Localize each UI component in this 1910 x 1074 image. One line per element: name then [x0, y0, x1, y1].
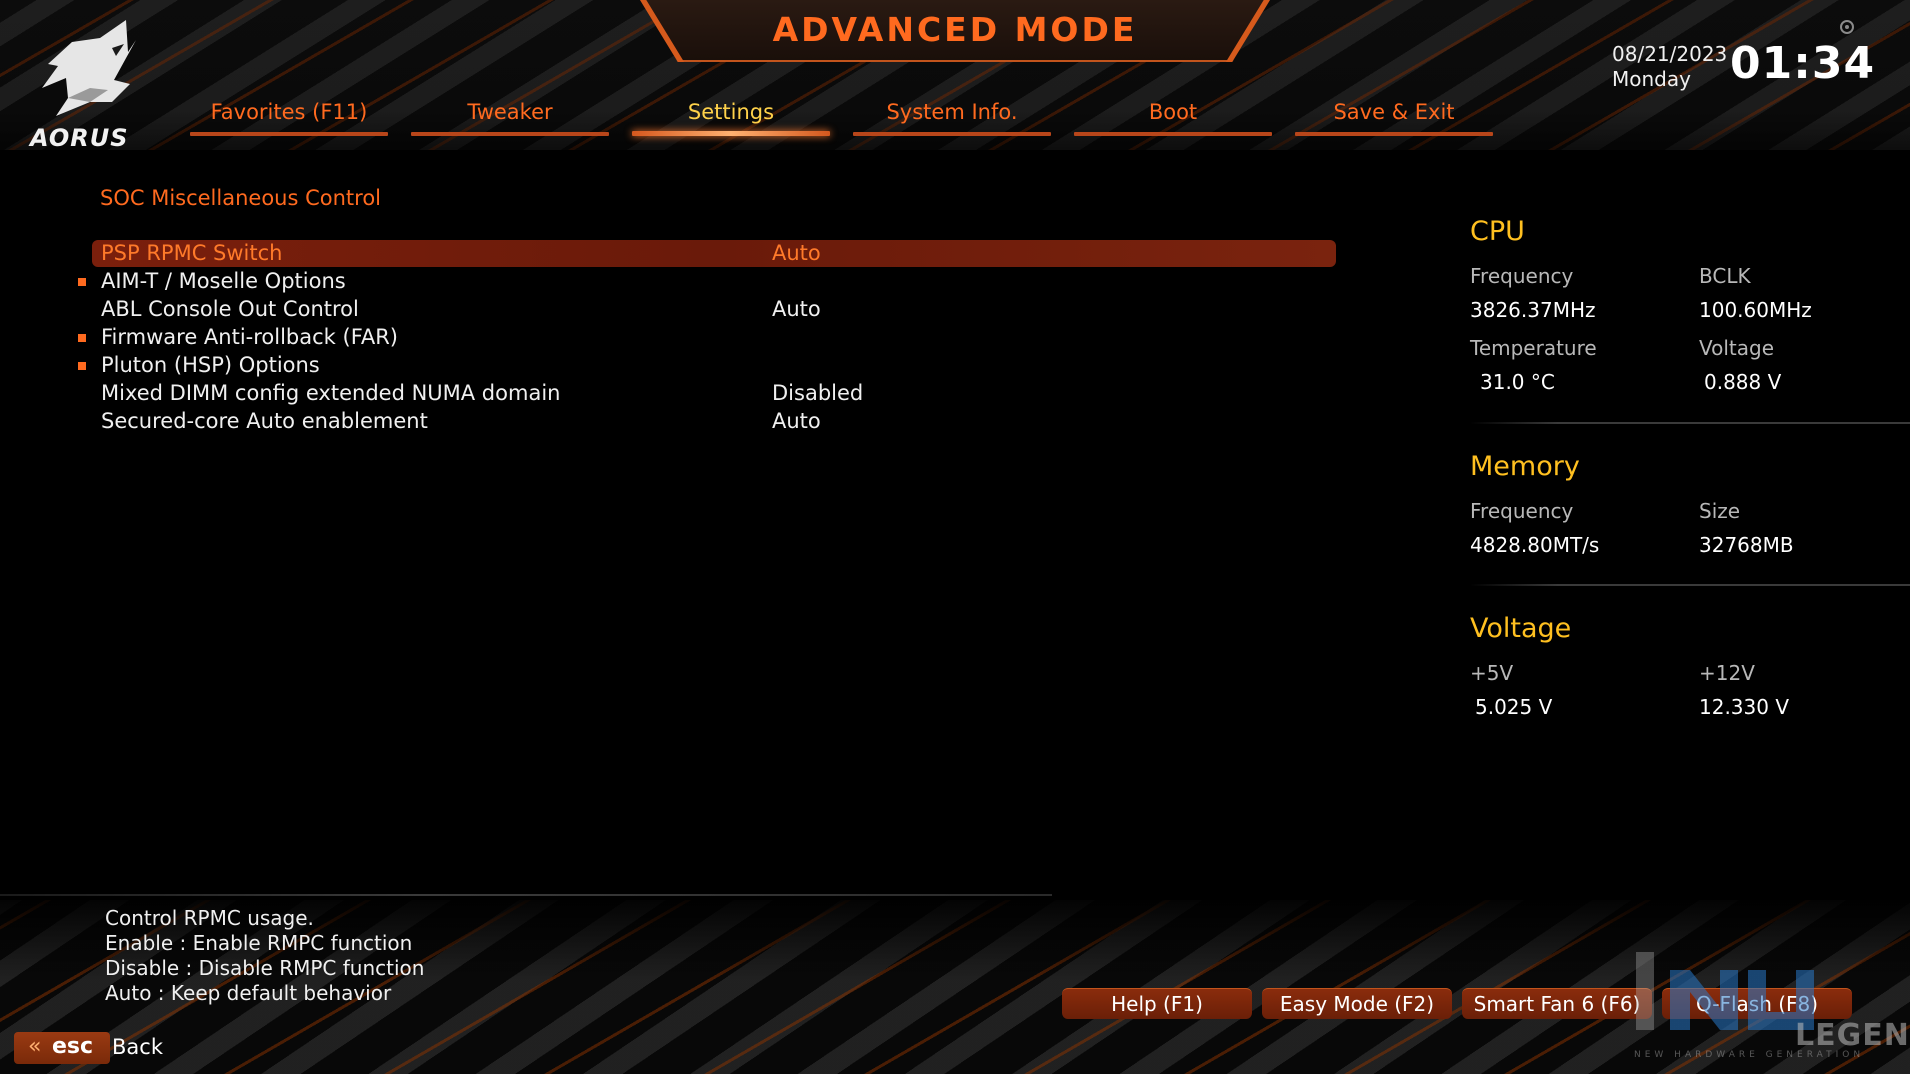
- tab-boot[interactable]: Boot: [1074, 96, 1272, 136]
- section-title: SOC Miscellaneous Control: [100, 186, 382, 210]
- cpu-heading: CPU: [1470, 216, 1525, 247]
- v12-label: +12V: [1699, 661, 1755, 685]
- double-chevron-left-icon: «: [28, 1034, 42, 1059]
- setting-aim-t-moselle-options[interactable]: AIM-T / Moselle Options: [78, 268, 1336, 295]
- tab-underline: [1074, 132, 1272, 136]
- description-line: Disable : Disable RMPC function: [105, 956, 425, 980]
- setting-mixed-dimm-numa[interactable]: Mixed DIMM config extended NUMA domain D…: [92, 380, 1336, 407]
- description-line: Auto : Keep default behavior: [105, 981, 392, 1005]
- setting-value[interactable]: Auto: [772, 297, 821, 321]
- logo-text: AORUS: [30, 124, 129, 152]
- tab-underline: [632, 131, 830, 136]
- gear-icon[interactable]: [1838, 18, 1856, 36]
- help-button[interactable]: Help (F1): [1062, 988, 1252, 1019]
- tab-label: Save & Exit: [1333, 100, 1455, 124]
- back-label[interactable]: Back: [112, 1035, 163, 1059]
- memory-frequency-label: Frequency: [1470, 499, 1574, 523]
- setting-name: Mixed DIMM config extended NUMA domain: [101, 381, 561, 405]
- tab-label: Boot: [1148, 100, 1198, 124]
- help-description: Control RPMC usage. Enable : Enable RMPC…: [105, 906, 424, 1006]
- tab-underline: [190, 132, 388, 136]
- day-display: Monday: [1612, 67, 1691, 91]
- memory-size-value: 32768MB: [1699, 533, 1794, 557]
- easy-mode-button[interactable]: Easy Mode (F2): [1262, 988, 1452, 1019]
- tab-underline: [1295, 132, 1493, 136]
- setting-name: AIM-T / Moselle Options: [101, 269, 346, 293]
- cpu-voltage-label: Voltage: [1699, 336, 1775, 360]
- description-line: Enable : Enable RMPC function: [105, 931, 413, 955]
- tab-underline: [853, 132, 1051, 136]
- tab-tweaker[interactable]: Tweaker: [411, 96, 609, 136]
- setting-firmware-anti-rollback[interactable]: Firmware Anti-rollback (FAR): [78, 324, 1336, 351]
- memory-size-label: Size: [1699, 499, 1741, 523]
- submenu-bullet-icon: [78, 334, 86, 342]
- time-display: 01:34: [1730, 38, 1876, 89]
- setting-secured-core-auto[interactable]: Secured-core Auto enablement Auto: [92, 408, 1336, 435]
- page-title: ADVANCED MODE: [772, 10, 1138, 49]
- cpu-temperature-label: Temperature: [1470, 336, 1597, 360]
- cpu-voltage-value: 0.888 V: [1704, 370, 1782, 394]
- tab-settings[interactable]: Settings: [632, 96, 830, 136]
- esc-label: esc: [52, 1034, 94, 1059]
- setting-value[interactable]: Disabled: [772, 381, 863, 405]
- cpu-temperature-value: 31.0 °C: [1480, 370, 1555, 394]
- tab-system-info[interactable]: System Info.: [853, 96, 1051, 136]
- description-divider: [0, 894, 1052, 896]
- smart-fan-button[interactable]: Smart Fan 6 (F6): [1462, 988, 1652, 1019]
- setting-name: Firmware Anti-rollback (FAR): [101, 325, 399, 349]
- tab-label: Settings: [687, 100, 775, 124]
- panel-divider: [1470, 584, 1910, 586]
- v5-label: +5V: [1470, 661, 1514, 685]
- tab-favorites[interactable]: Favorites (F11): [190, 96, 388, 136]
- v12-value: 12.330 V: [1699, 695, 1790, 719]
- cpu-bclk-label: BCLK: [1699, 264, 1751, 288]
- bios-screen: ADVANCED MODE AORUS 08/21/2023 Monday 01…: [0, 0, 1910, 1074]
- panel-divider: [1470, 422, 1910, 424]
- tab-save-exit[interactable]: Save & Exit: [1295, 96, 1493, 136]
- voltage-heading: Voltage: [1470, 613, 1572, 644]
- cpu-frequency-label: Frequency: [1470, 264, 1574, 288]
- tab-label: System Info.: [886, 100, 1018, 124]
- memory-frequency-value: 4828.80MT/s: [1470, 533, 1600, 557]
- watermark-text: LEGEND: [1795, 1018, 1910, 1053]
- setting-name: ABL Console Out Control: [101, 297, 359, 321]
- tab-label: Favorites (F11): [210, 100, 368, 124]
- esc-back-button[interactable]: « esc: [14, 1032, 110, 1064]
- setting-name: Secured-core Auto enablement: [101, 409, 428, 433]
- submenu-bullet-icon: [78, 362, 86, 370]
- setting-value[interactable]: Auto: [772, 409, 821, 433]
- cpu-bclk-value: 100.60MHz: [1699, 298, 1812, 322]
- setting-value[interactable]: Auto: [772, 241, 821, 265]
- v5-value: 5.025 V: [1475, 695, 1553, 719]
- setting-name: Pluton (HSP) Options: [101, 353, 320, 377]
- tab-underline: [411, 132, 609, 136]
- setting-psp-rpmc-switch[interactable]: PSP RPMC Switch Auto: [92, 240, 1336, 267]
- setting-pluton-hsp-options[interactable]: Pluton (HSP) Options: [78, 352, 1336, 379]
- setting-abl-console-out-control[interactable]: ABL Console Out Control Auto: [92, 296, 1336, 323]
- description-line: Control RPMC usage.: [105, 906, 314, 930]
- date-display: 08/21/2023: [1612, 42, 1728, 66]
- cpu-frequency-value: 3826.37MHz: [1470, 298, 1596, 322]
- watermark-subtext: NEW HARDWARE GENERATION: [1634, 1050, 1865, 1060]
- memory-heading: Memory: [1470, 451, 1580, 482]
- tab-label: Tweaker: [467, 100, 553, 124]
- submenu-bullet-icon: [78, 278, 86, 286]
- setting-name: PSP RPMC Switch: [101, 241, 283, 265]
